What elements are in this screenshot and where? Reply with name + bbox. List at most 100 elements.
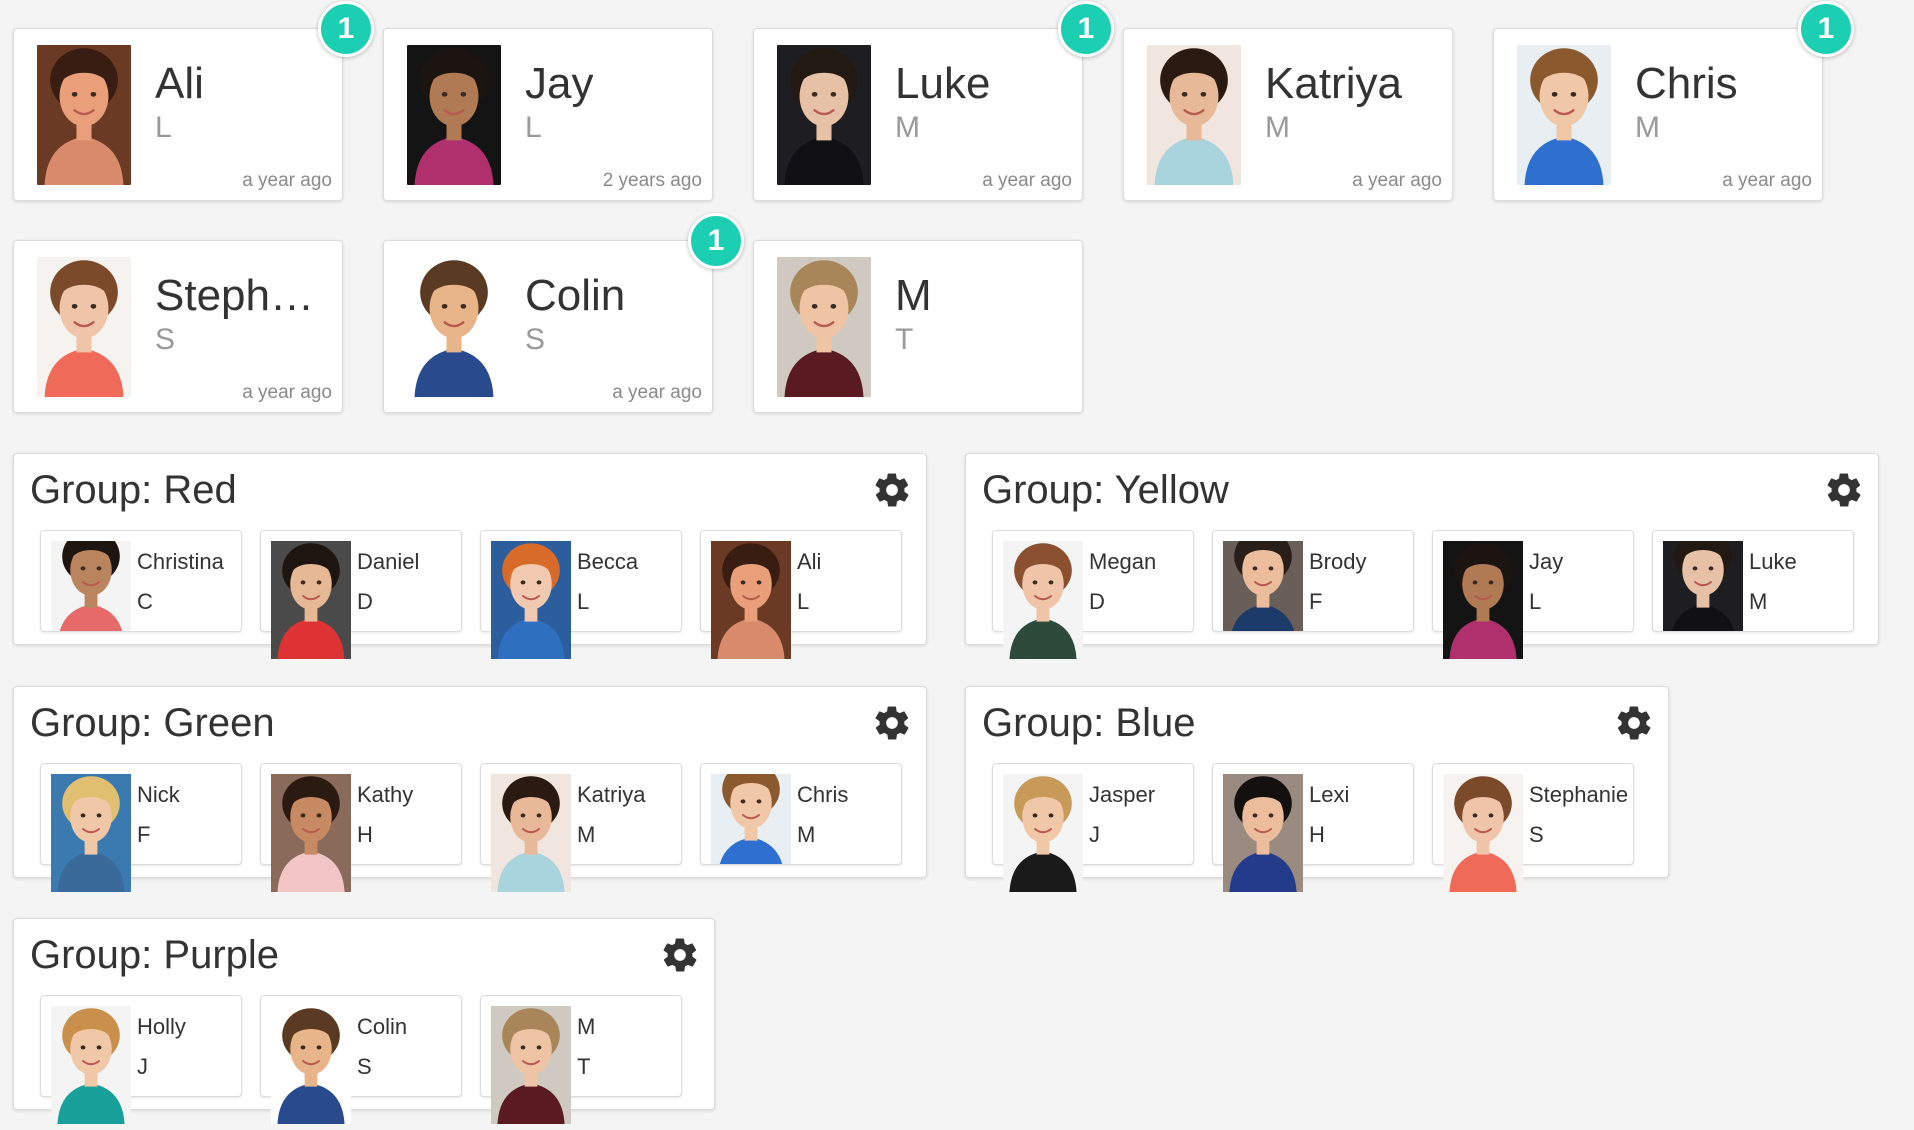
group-title: Group: Yellow <box>982 468 1229 512</box>
member-card[interactable]: Brody F <box>1212 530 1414 632</box>
member-name: Nick <box>137 782 180 807</box>
student-card[interactable]: Katriya M a year ago <box>1123 28 1453 201</box>
student-name: Stephanie <box>155 271 335 320</box>
member-card[interactable]: Ali L <box>700 530 902 659</box>
group-yellow: Group: Yellow Megan D Brody F Jay L Luke… <box>965 453 1879 659</box>
member-name: Megan <box>1089 549 1157 574</box>
member-card[interactable]: Nick F <box>40 763 242 892</box>
member-name: Brody <box>1309 549 1367 574</box>
student-initial: M <box>1265 111 1290 144</box>
member-name: Luke <box>1749 549 1797 574</box>
member-initial: F <box>137 822 151 847</box>
gear-icon[interactable] <box>872 470 912 510</box>
member-card[interactable]: Luke M <box>1652 530 1854 632</box>
member-card[interactable]: Daniel D <box>260 530 462 659</box>
member-initial: L <box>1529 589 1542 614</box>
student-initial: S <box>525 323 546 356</box>
gear-icon[interactable] <box>660 935 700 975</box>
member-photo <box>51 1006 131 1124</box>
member-initial: L <box>797 589 810 614</box>
member-name: Colin <box>357 1014 408 1039</box>
student-name: Luke <box>895 59 991 108</box>
timestamp: a year ago <box>242 170 332 191</box>
notification-badge[interactable]: 1 <box>1058 1 1114 57</box>
member-name: Ali <box>797 549 822 574</box>
member-initial: D <box>357 589 373 614</box>
student-photo <box>1517 45 1611 185</box>
member-card[interactable]: M T <box>480 995 682 1124</box>
member-initial: C <box>137 589 153 614</box>
member-card[interactable]: Becca L <box>480 530 682 659</box>
member-card[interactable]: Jay L <box>1432 530 1634 659</box>
student-name: Katriya <box>1265 59 1402 108</box>
member-photo <box>1223 774 1303 892</box>
student-name: Jay <box>525 59 594 108</box>
member-card[interactable]: Chris M <box>700 763 902 865</box>
member-card[interactable]: Stephanie S <box>1432 763 1634 892</box>
member-photo <box>51 541 131 631</box>
group-blue: Group: Blue Jasper J Lexi H Stephanie S <box>965 686 1669 892</box>
timestamp: a year ago <box>612 382 702 403</box>
member-name: Katriya <box>577 782 646 807</box>
student-initial: M <box>895 111 920 144</box>
member-initial: M <box>797 822 816 847</box>
member-photo <box>51 774 131 892</box>
student-photo <box>1147 45 1241 185</box>
member-photo <box>271 1006 351 1124</box>
timestamp: a year ago <box>242 382 332 403</box>
student-initial: L <box>155 111 172 144</box>
member-name: Daniel <box>357 549 420 574</box>
member-name: Stephanie <box>1529 782 1629 807</box>
member-card[interactable]: Katriya M <box>480 763 682 892</box>
group-title: Group: Green <box>30 701 275 745</box>
student-photo <box>777 257 871 397</box>
member-photo <box>271 541 351 659</box>
member-name: Jasper <box>1089 782 1156 807</box>
student-card[interactable]: Stephanie S a year ago <box>13 240 343 413</box>
member-initial: S <box>357 1054 372 1079</box>
student-card[interactable]: Colin S a year ago <box>383 240 713 413</box>
member-card[interactable]: Christina C <box>40 530 242 632</box>
notification-badge[interactable]: 1 <box>688 213 744 269</box>
student-card[interactable]: Jay L 2 years ago <box>383 28 713 201</box>
student-card[interactable]: M T <box>753 240 1083 413</box>
student-initial: T <box>895 323 914 356</box>
notification-badge[interactable]: 1 <box>318 1 374 57</box>
student-initial: L <box>525 111 542 144</box>
group-title: Group: Purple <box>30 933 280 977</box>
member-initial: D <box>1089 589 1105 614</box>
member-initial: M <box>1749 589 1768 614</box>
student-card[interactable]: Luke M a year ago <box>753 28 1083 201</box>
member-card[interactable]: Kathy H <box>260 763 462 892</box>
member-photo <box>491 1006 571 1124</box>
student-photo <box>407 257 501 397</box>
timestamp: a year ago <box>1722 170 1812 191</box>
member-photo <box>1003 541 1083 659</box>
student-card[interactable]: Ali L a year ago <box>13 28 343 201</box>
notification-badge[interactable]: 1 <box>1798 1 1854 57</box>
member-initial: F <box>1309 589 1323 614</box>
member-initial: H <box>1309 822 1325 847</box>
gear-icon[interactable] <box>1614 703 1654 743</box>
group-green: Group: Green Nick F Kathy H Katriya M Ch… <box>13 686 927 892</box>
member-card[interactable]: Lexi H <box>1212 763 1414 892</box>
student-photo <box>407 45 501 185</box>
student-name: Ali <box>155 59 204 108</box>
member-photo <box>491 774 571 892</box>
member-card[interactable]: Holly J <box>40 995 242 1124</box>
student-initial: S <box>155 323 176 356</box>
student-initial: M <box>1635 111 1660 144</box>
member-card[interactable]: Colin S <box>260 995 462 1124</box>
group-title: Group: Red <box>30 468 237 512</box>
gear-icon[interactable] <box>1824 470 1864 510</box>
student-card[interactable]: Chris M a year ago <box>1493 28 1823 201</box>
member-initial: T <box>577 1054 591 1079</box>
member-photo <box>271 774 351 892</box>
timestamp: a year ago <box>982 170 1072 191</box>
member-card[interactable]: Jasper J <box>992 763 1194 892</box>
member-card[interactable]: Megan D <box>992 530 1194 659</box>
student-name: M <box>895 271 932 320</box>
gear-icon[interactable] <box>872 703 912 743</box>
student-photo <box>37 45 131 185</box>
student-photo <box>37 257 131 397</box>
